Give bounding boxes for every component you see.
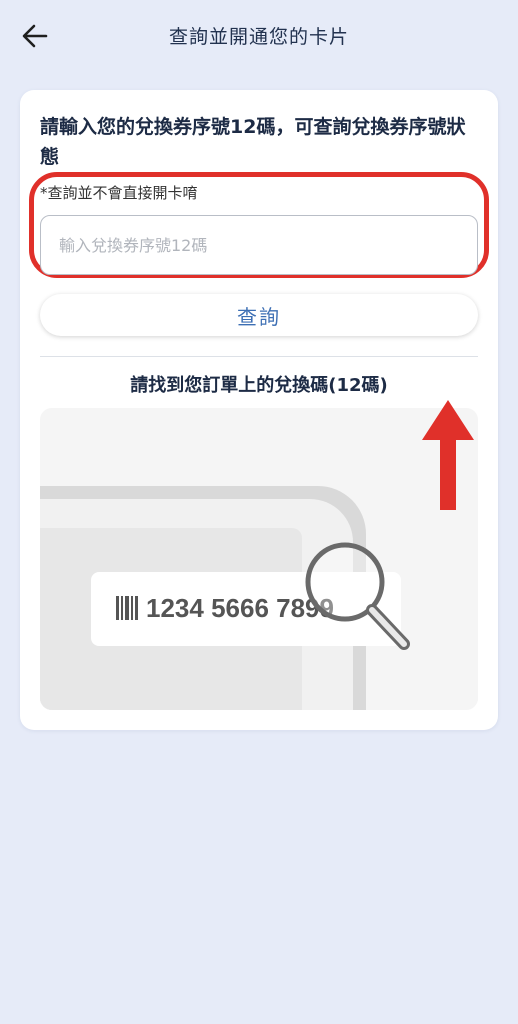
redeem-card: 請輸入您的兌換券序號12碼，可查詢兌換券序號狀態 *查詢並不會直接開卡唷 查詢 … [20,90,498,730]
redeem-prompt: 請輸入您的兌換券序號12碼，可查詢兌換券序號狀態 [40,116,466,168]
app-header: 查詢並開通您的卡片 [0,0,518,72]
page-title: 查詢並開通您的卡片 [168,26,349,48]
arrow-up-icon [422,400,474,510]
hint-title: 請找到您訂單上的兌換碼(12碼) [130,375,388,396]
query-button[interactable]: 查詢 [40,294,478,336]
section-divider [40,356,478,357]
redeem-code-input[interactable] [40,215,478,275]
order-code-illustration: 1234 5666 7899 [40,408,478,710]
example-code-text: 1234 5666 7899 [146,593,334,623]
